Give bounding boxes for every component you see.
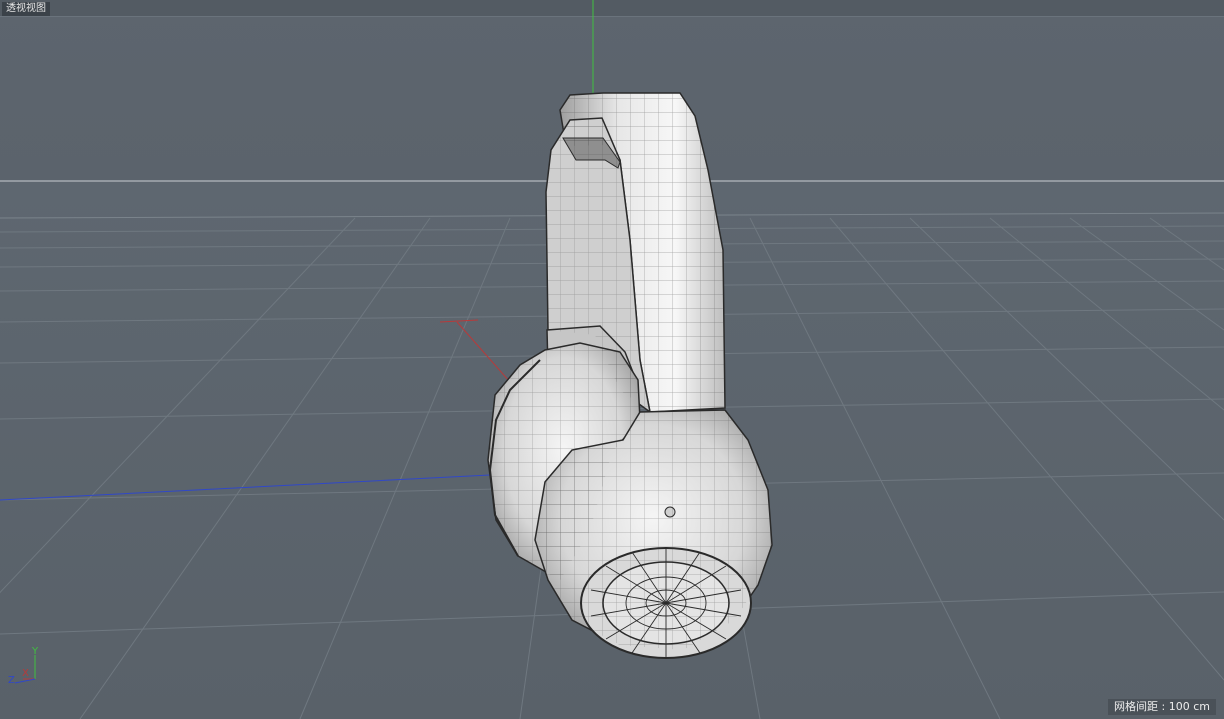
axis-gizmo-icon: Y X Z: [5, 645, 50, 690]
z-axis-label: Z: [8, 675, 15, 686]
x-axis-label: X: [22, 668, 29, 679]
headphones-model[interactable]: [487, 92, 773, 659]
grid-spacing-readout: 网格间距 : 100 cm: [1108, 699, 1216, 715]
y-axis-label: Y: [32, 646, 39, 657]
perspective-viewport[interactable]: 透视视图 Y X Z 网格间距: 100 cm: [0, 0, 1224, 719]
scene-canvas[interactable]: [0, 0, 1224, 719]
